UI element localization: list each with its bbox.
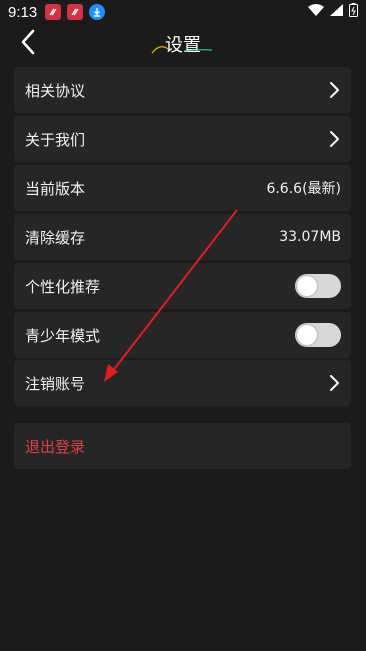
- chevron-right-icon: [330, 375, 339, 391]
- settings-item-label: 关于我们: [25, 130, 86, 149]
- app-header: 设置: [0, 24, 366, 64]
- settings-item-label: 清除缓存: [25, 228, 86, 247]
- settings-item-label: 相关协议: [25, 81, 86, 100]
- settings-item-agreements[interactable]: 相关协议: [14, 67, 351, 113]
- logout-label: 退出登录: [25, 437, 86, 456]
- settings-item-label: 注销账号: [25, 374, 86, 393]
- settings-item-personalized-recommendation: 个性化推荐: [14, 263, 351, 309]
- chevron-right-icon: [330, 131, 339, 147]
- signal-icon: [330, 4, 343, 20]
- title-decoration-icon: [151, 46, 213, 54]
- logout-button[interactable]: 退出登录: [14, 423, 351, 469]
- personalized-recommendation-toggle[interactable]: [295, 274, 341, 298]
- settings-item-current-version: 当前版本 6.6.6(最新): [14, 165, 351, 211]
- download-icon: [89, 4, 106, 20]
- settings-item-label: 青少年模式: [25, 326, 101, 345]
- status-bar: 9:13: [0, 0, 366, 24]
- cache-size-value: 33.07MB: [279, 229, 341, 245]
- teen-mode-toggle[interactable]: [295, 323, 341, 347]
- status-time: 9:13: [8, 3, 38, 21]
- settings-item-label: 个性化推荐: [25, 277, 101, 296]
- settings-item-label: 当前版本: [25, 179, 86, 198]
- wifi-icon: [308, 4, 324, 20]
- toggle-knob: [297, 325, 317, 345]
- settings-item-clear-cache[interactable]: 清除缓存 33.07MB: [14, 214, 351, 260]
- battery-icon: [349, 3, 358, 21]
- settings-item-cancel-account[interactable]: 注销账号: [14, 360, 351, 406]
- toggle-knob: [297, 276, 317, 296]
- chevron-right-icon: [330, 82, 339, 98]
- version-value: 6.6.6(最新): [266, 181, 341, 197]
- app-notification-icon: [45, 4, 62, 20]
- settings-item-teen-mode: 青少年模式: [14, 312, 351, 358]
- settings-item-about-us[interactable]: 关于我们: [14, 116, 351, 162]
- app-notification-icon: [67, 4, 84, 20]
